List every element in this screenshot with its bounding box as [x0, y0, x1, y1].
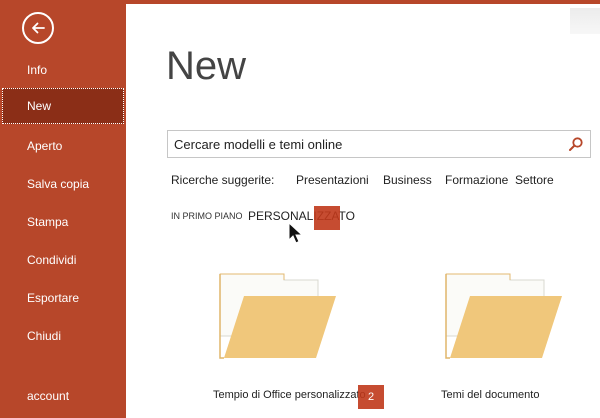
sidebar-item-new[interactable]: New	[2, 88, 124, 124]
page-title: New	[166, 44, 247, 88]
search-input[interactable]	[174, 133, 564, 155]
back-button[interactable]	[22, 12, 54, 44]
folder-icon	[219, 273, 336, 359]
back-arrow-icon	[32, 22, 45, 34]
callout-marker-2: 2	[358, 385, 384, 409]
folder-icon	[445, 273, 562, 359]
sidebar-item-info[interactable]: Info	[0, 52, 126, 88]
sidebar-item-save-copy[interactable]: Salva copia	[0, 166, 126, 202]
search-icon[interactable]	[568, 136, 584, 152]
suggested-link-industry[interactable]: Settore	[515, 173, 554, 187]
window-controls-area	[570, 8, 600, 34]
suggested-link-presentations[interactable]: Presentazioni	[296, 173, 369, 187]
template-tile-label: Temi del documento	[441, 389, 540, 401]
template-search-box	[167, 130, 591, 158]
mouse-pointer-icon	[288, 222, 304, 244]
template-tile-document-themes[interactable]	[436, 266, 566, 362]
sidebar-item-print[interactable]: Stampa	[0, 204, 126, 240]
tab-featured[interactable]: IN PRIMO PIANO	[171, 211, 243, 221]
suggested-link-education[interactable]: Formazione	[445, 173, 508, 187]
suggested-searches-label: Ricerche suggerite:	[171, 173, 275, 187]
backstage-sidebar: Info New Aperto Salva copia Stampa Condi…	[0, 0, 126, 418]
sidebar-item-open[interactable]: Aperto	[0, 128, 126, 164]
sidebar-item-close[interactable]: Chiudi	[0, 318, 126, 354]
sidebar-item-account[interactable]: account	[0, 378, 126, 414]
sidebar-item-share[interactable]: Condividi	[0, 242, 126, 278]
suggested-link-business[interactable]: Business	[383, 173, 432, 187]
callout-marker	[314, 206, 340, 230]
template-tile-label: Tempio di Office personalizzato	[213, 389, 366, 401]
title-strip	[126, 0, 600, 4]
sidebar-item-export[interactable]: Esportare	[0, 280, 126, 316]
template-tile-custom-office[interactable]	[210, 266, 340, 362]
